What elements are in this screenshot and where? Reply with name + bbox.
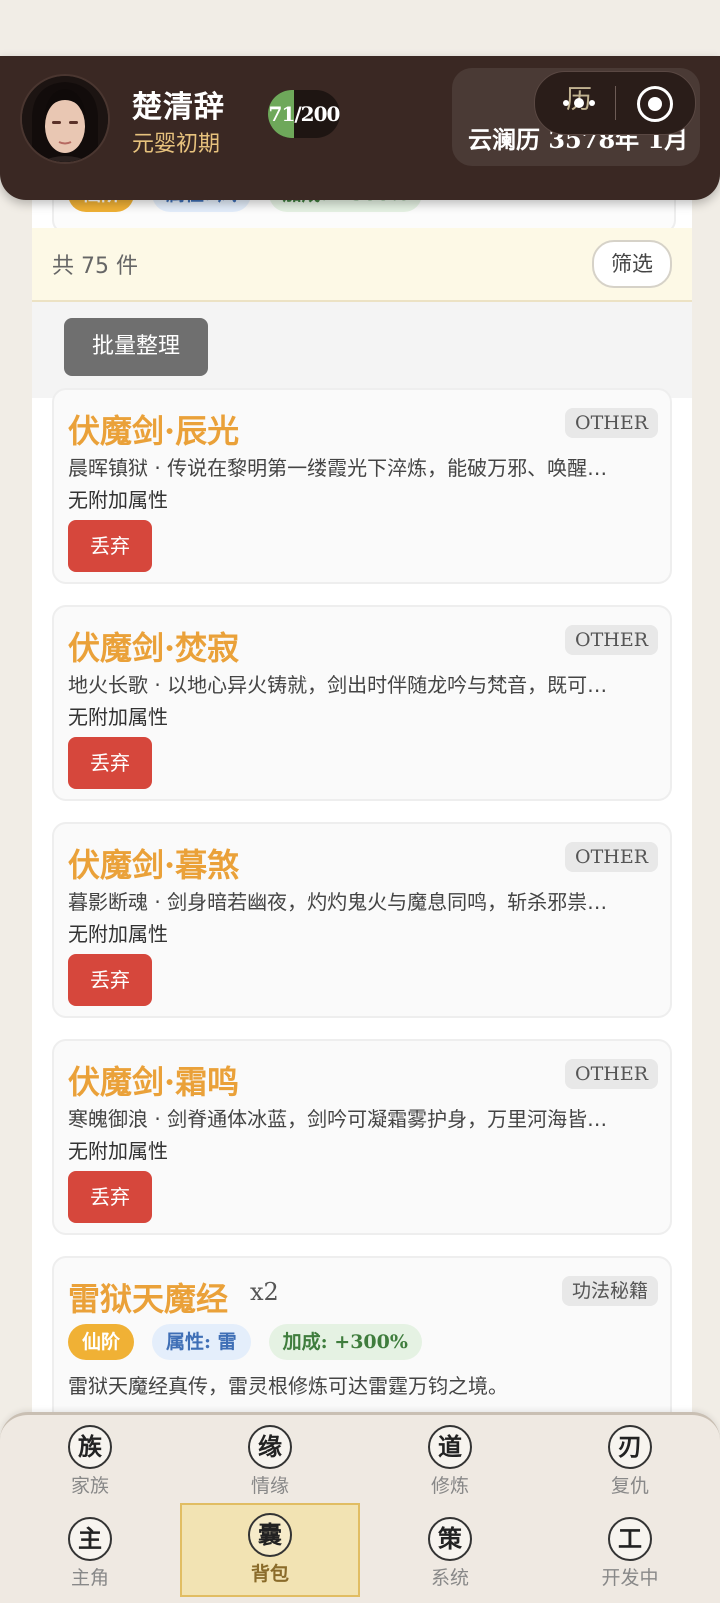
nav-item-protagonist[interactable]: 主 主角 xyxy=(0,1509,180,1599)
bonus-tag: 加成: +300% xyxy=(268,1324,422,1360)
item-extra-attributes: 无附加属性 xyxy=(68,1139,168,1163)
exp-progress-badge: 71/200 xyxy=(268,90,340,138)
discard-button[interactable]: 丢弃 xyxy=(68,1171,152,1223)
nav-label: 背包 xyxy=(250,1563,289,1585)
nav-label: 情缘 xyxy=(250,1475,289,1497)
romance-icon: 缘 xyxy=(248,1425,292,1469)
nav-label: 修炼 xyxy=(430,1475,469,1497)
revenge-icon: 刃 xyxy=(608,1425,652,1469)
item-type-badge: OTHER xyxy=(565,1059,658,1089)
list-item[interactable]: 伏魔剑·霜鸣 OTHER 寒魄御浪 · 剑脊通体冰蓝，剑吟可凝霜雾护身，万里河海… xyxy=(52,1039,672,1235)
nav-item-family[interactable]: 族 家族 xyxy=(0,1417,180,1507)
character-avatar[interactable] xyxy=(20,74,110,164)
character-name: 楚清辞 xyxy=(132,90,225,125)
discard-button[interactable]: 丢弃 xyxy=(68,520,152,572)
nav-label: 开发中 xyxy=(601,1567,659,1589)
item-list: 伏魔剑·辰光 OTHER 晨晖镇狱 · 传说在黎明第一缕霞光下淬炼，能破万邪、唤… xyxy=(52,388,672,1420)
attribute-tag: 属性: 雷 xyxy=(152,1324,251,1360)
item-description: 暮影断魂 · 剑身暗若幽夜，灼灼鬼火与魔息同鸣，斩杀邪祟… xyxy=(68,890,608,914)
item-tags: 仙阶 属性: 雷 加成: +300% xyxy=(68,1324,422,1360)
item-extra-attributes: 无附加属性 xyxy=(68,705,168,729)
capsule-divider xyxy=(615,86,616,120)
mini-program-capsule: 历 xyxy=(534,71,696,135)
filter-button[interactable]: 筛选 xyxy=(592,240,672,288)
cultivate-icon: 道 xyxy=(428,1425,472,1469)
item-quantity: x2 xyxy=(250,1278,279,1306)
rank-tag: 仙阶 xyxy=(68,1324,135,1360)
item-type-badge: OTHER xyxy=(565,625,658,655)
item-type-badge: OTHER xyxy=(565,408,658,438)
top-header: 楚清辞 元婴初期 71/200 云澜历 3578年 1月 历 xyxy=(0,56,720,200)
family-icon: 族 xyxy=(68,1425,112,1469)
batch-organize-button[interactable]: 批量整理 xyxy=(64,318,208,376)
item-description: 雷狱天魔经真传，雷灵根修炼可达雷霆万钧之境。 xyxy=(68,1374,508,1398)
nav-label: 系统 xyxy=(430,1567,469,1589)
close-target-icon[interactable] xyxy=(637,86,673,122)
protagonist-icon: 主 xyxy=(68,1517,112,1561)
item-extra-attributes: 无附加属性 xyxy=(68,488,168,512)
item-description: 地火长歌 · 以地心异火铸就，剑出时伴随龙吟与梵音，既可… xyxy=(68,673,608,697)
item-type-badge: 功法秘籍 xyxy=(561,1276,658,1306)
list-item[interactable]: 伏魔剑·焚寂 OTHER 地火长歌 · 以地心异火铸就，剑出时伴随龙吟与梵音，既… xyxy=(52,605,672,801)
item-name: 伏魔剑·辰光 xyxy=(68,412,240,450)
system-icon: 策 xyxy=(428,1517,472,1561)
tool-icon: 工 xyxy=(608,1517,652,1561)
item-description: 晨晖镇狱 · 传说在黎明第一缕霞光下淬炼，能破万邪、唤醒… xyxy=(68,456,608,480)
discard-button[interactable]: 丢弃 xyxy=(68,737,152,789)
exp-progress-text: 71/200 xyxy=(268,102,340,126)
nav-item-cultivate[interactable]: 道 修炼 xyxy=(360,1417,540,1507)
nav-item-romance[interactable]: 缘 情缘 xyxy=(180,1417,360,1507)
nav-item-backpack[interactable]: 囊 背包 xyxy=(180,1503,360,1597)
nav-label: 家族 xyxy=(70,1475,109,1497)
nav-item-in-development[interactable]: 工 开发中 xyxy=(540,1509,720,1599)
list-item-book[interactable]: 雷狱天魔经 x2 功法秘籍 仙阶 属性: 雷 加成: +300% 雷狱天魔经真传… xyxy=(52,1256,672,1420)
nav-label: 复仇 xyxy=(610,1475,649,1497)
item-name: 伏魔剑·暮煞 xyxy=(68,846,240,884)
nav-item-system[interactable]: 策 系统 xyxy=(360,1509,540,1599)
avatar-portrait xyxy=(22,76,108,162)
nav-label: 主角 xyxy=(70,1567,109,1589)
inventory-summary-bar: 共 75 件 筛选 xyxy=(32,228,692,302)
batch-toolbar: 批量整理 xyxy=(32,302,692,398)
item-name: 雷狱天魔经 xyxy=(68,1280,229,1318)
more-options-icon[interactable] xyxy=(557,88,601,118)
item-extra-attributes: 无附加属性 xyxy=(68,922,168,946)
item-count: 共 75 件 xyxy=(52,254,138,279)
cultivation-realm: 元婴初期 xyxy=(132,132,221,157)
item-name: 伏魔剑·霜鸣 xyxy=(68,1063,240,1101)
nav-item-revenge[interactable]: 刃 复仇 xyxy=(540,1417,720,1507)
discard-button[interactable]: 丢弃 xyxy=(68,954,152,1006)
item-type-badge: OTHER xyxy=(565,842,658,872)
inventory-panel: 仙阶 属性: 风 加成: +300% 共 75 件 筛选 批量整理 伏魔剑·辰光… xyxy=(32,190,692,1420)
list-item[interactable]: 伏魔剑·辰光 OTHER 晨晖镇狱 · 传说在黎明第一缕霞光下淬炼，能破万邪、唤… xyxy=(52,388,672,584)
item-name: 伏魔剑·焚寂 xyxy=(68,629,240,667)
bottom-navigation: 族 家族 缘 情缘 道 修炼 刃 复仇 主 主角 囊 背包 策 系统 工 开发中 xyxy=(0,1412,720,1603)
list-item[interactable]: 伏魔剑·暮煞 OTHER 暮影断魂 · 剑身暗若幽夜，灼灼鬼火与魔息同鸣，斩杀邪… xyxy=(52,822,672,1018)
item-description: 寒魄御浪 · 剑脊通体冰蓝，剑吟可凝霜雾护身，万里河海皆… xyxy=(68,1107,608,1131)
backpack-icon: 囊 xyxy=(248,1513,292,1557)
